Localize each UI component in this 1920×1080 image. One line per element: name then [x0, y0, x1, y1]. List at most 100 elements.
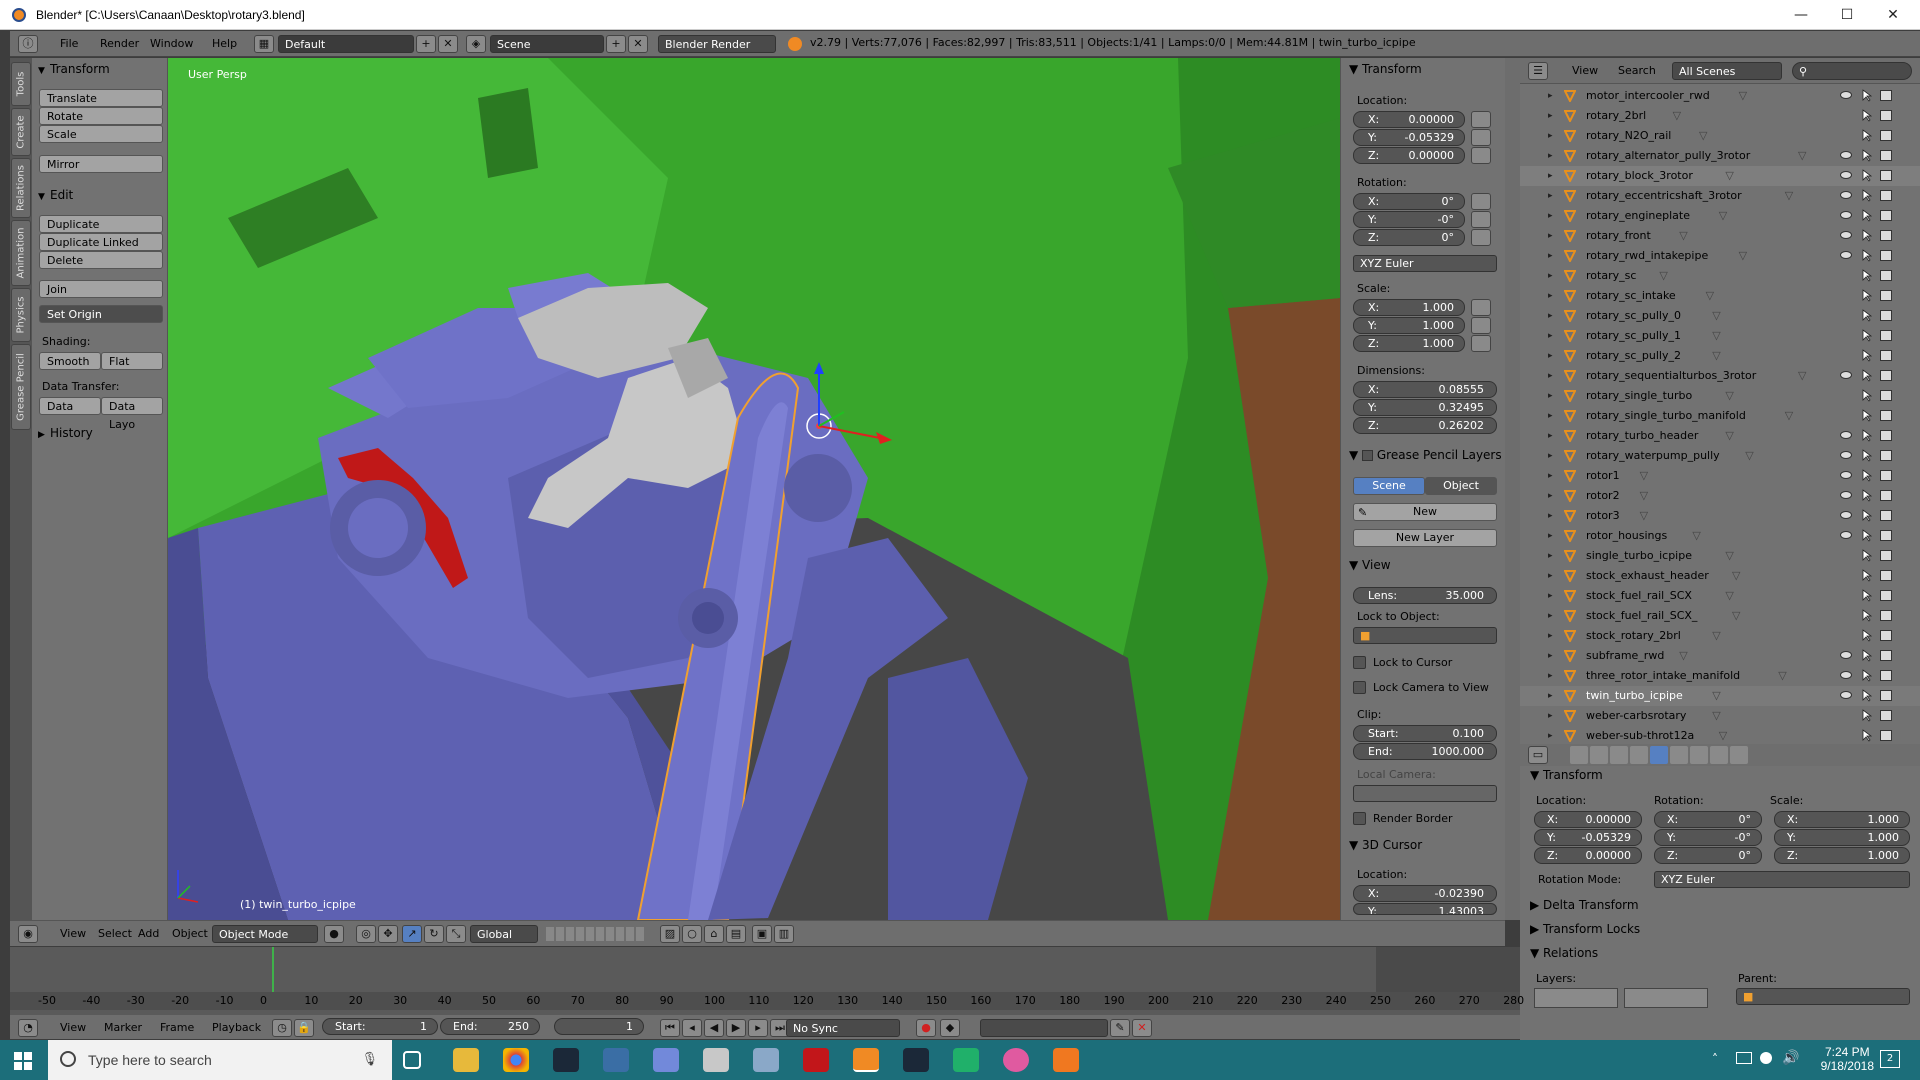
outliner-item-name[interactable]: rotor3 [1586, 506, 1620, 526]
outliner-item[interactable]: ▸ rotary_block_3rotor ▽ [1520, 166, 1920, 186]
outliner-item[interactable]: ▸ stock_fuel_rail_SCX ▽ [1520, 586, 1920, 606]
expand-arrow-icon[interactable]: ▸ [1548, 206, 1553, 226]
chrome-icon[interactable] [503, 1048, 529, 1072]
world-tab-icon[interactable] [1630, 746, 1648, 764]
record-icon[interactable]: ● [916, 1019, 936, 1037]
tab-tools[interactable]: Tools [11, 62, 31, 106]
menu-help[interactable]: Help [206, 35, 243, 53]
renderability-camera-icon[interactable] [1880, 590, 1892, 601]
3d-view-editor-icon[interactable]: ◉ [18, 925, 38, 943]
delete-keyframe-icon[interactable]: ✕ [1132, 1019, 1152, 1037]
renderability-camera-icon[interactable] [1880, 650, 1892, 661]
timeline-playback-menu[interactable]: Playback [206, 1019, 267, 1037]
timeline[interactable]: -50 -40 -30 -20 -10 0 10 20 30 40 50 60 70 80 90 100 110… [10, 947, 1524, 1015]
tab-physics[interactable]: Physics [11, 288, 31, 342]
grease-pencil-layers-header[interactable]: ▼ Grease Pencil Layers [1349, 448, 1502, 462]
timeline-marker-menu[interactable]: Marker [98, 1019, 148, 1037]
rotate-button[interactable]: Rotate [39, 107, 163, 125]
add-screen-icon[interactable]: + [416, 35, 436, 53]
renderability-camera-icon[interactable] [1880, 270, 1892, 281]
timeline-editor-icon[interactable]: ◔ [18, 1019, 38, 1037]
constraints-tab-icon[interactable] [1670, 746, 1688, 764]
menu-window[interactable]: Window [144, 35, 199, 53]
selectability-cursor-icon[interactable] [1862, 129, 1872, 142]
outliner-item[interactable]: ▸ subframe_rwd ▽ [1520, 646, 1920, 666]
visibility-eye-icon[interactable] [1840, 251, 1852, 259]
itunes-icon[interactable] [1003, 1048, 1029, 1072]
expand-arrow-icon[interactable]: ▸ [1548, 326, 1553, 346]
join-button[interactable]: Join [39, 280, 163, 298]
visibility-eye-icon[interactable] [1840, 451, 1852, 459]
lock-rotation-y-icon[interactable] [1471, 211, 1491, 228]
expand-arrow-icon[interactable]: ▸ [1548, 646, 1553, 666]
outliner-item[interactable]: ▸ rotary_rwd_intakepipe ▽ [1520, 246, 1920, 266]
prop-location-x[interactable]: X: 0.00000 [1534, 811, 1642, 828]
expand-arrow-icon[interactable]: ▸ [1548, 306, 1553, 326]
outliner-item[interactable]: ▸ rotary_sequentialturbos_3rotor ▽ [1520, 366, 1920, 386]
transform-locks-header[interactable]: ▶ Transform Locks [1530, 922, 1640, 936]
outliner-item[interactable]: ▸ rotary_sc_pully_0 ▽ [1520, 306, 1920, 326]
render-border-checkbox[interactable] [1353, 812, 1366, 825]
renderability-camera-icon[interactable] [1880, 610, 1892, 621]
renderability-camera-icon[interactable] [1880, 210, 1892, 221]
outliner-item[interactable]: ▸ rotor_housings ▽ [1520, 526, 1920, 546]
app-icon-green[interactable] [953, 1048, 979, 1072]
renderability-camera-icon[interactable] [1880, 530, 1892, 541]
prop-scale-z[interactable]: Z: 1.000 [1774, 847, 1910, 864]
renderability-camera-icon[interactable] [1880, 410, 1892, 421]
selectability-cursor-icon[interactable] [1862, 409, 1872, 422]
outliner-item-name[interactable]: rotary_sc_pully_0 [1586, 306, 1681, 326]
history-panel-header[interactable]: ▶ History [38, 424, 93, 442]
lock-camera-checkbox[interactable] [1353, 681, 1366, 694]
selectability-cursor-icon[interactable] [1862, 369, 1872, 382]
gp-new-layer-button[interactable]: New Layer [1353, 529, 1497, 547]
add-scene-icon[interactable]: + [606, 35, 626, 53]
edit-panel-header[interactable]: ▼ Edit [38, 186, 73, 204]
expand-arrow-icon[interactable]: ▸ [1548, 226, 1553, 246]
duplicate-button[interactable]: Duplicate [39, 215, 163, 233]
expand-arrow-icon[interactable]: ▸ [1548, 686, 1553, 706]
render-engine-select[interactable]: Blender Render [658, 35, 776, 53]
properties-editor-icon[interactable]: ▭ [1528, 746, 1548, 764]
outliner-item[interactable]: ▸ motor_intercooler_rwd ▽ [1520, 86, 1920, 106]
selectability-cursor-icon[interactable] [1862, 669, 1872, 682]
3d-cursor-header[interactable]: ▼ 3D Cursor [1349, 838, 1422, 852]
editor-type-info-icon[interactable]: ⓘ [18, 35, 38, 53]
manipulator-toggle-icon[interactable]: ✥ [378, 925, 398, 943]
renderability-camera-icon[interactable] [1880, 550, 1892, 561]
local-camera-field[interactable] [1353, 785, 1497, 802]
expand-arrow-icon[interactable]: ▸ [1548, 586, 1553, 606]
tray-expand-icon[interactable]: ˄ [1712, 1052, 1718, 1066]
renderability-camera-icon[interactable] [1880, 130, 1892, 141]
view-menu[interactable]: View [54, 925, 92, 943]
n-location-z-field[interactable]: Z: 0.00000 [1353, 147, 1465, 164]
outliner-item[interactable]: ▸ three_rotor_intake_manifold ▽ [1520, 666, 1920, 686]
outliner-item-name[interactable]: rotary_rwd_intakepipe [1586, 246, 1708, 266]
microphone-icon[interactable]: 🎙 [361, 1052, 378, 1067]
tab-create[interactable]: Create [11, 108, 31, 156]
selectability-cursor-icon[interactable] [1862, 269, 1872, 282]
outliner-item-name[interactable]: rotary_engineplate [1586, 206, 1690, 226]
expand-arrow-icon[interactable]: ▸ [1548, 706, 1553, 726]
renderability-camera-icon[interactable] [1880, 370, 1892, 381]
render-tab-icon[interactable] [1570, 746, 1588, 764]
clip-start-field[interactable]: Start: 0.100 [1353, 725, 1497, 742]
remove-screen-icon[interactable]: ✕ [438, 35, 458, 53]
visibility-eye-icon[interactable] [1840, 491, 1852, 499]
menu-file[interactable]: File [54, 35, 84, 53]
expand-arrow-icon[interactable]: ▸ [1548, 106, 1553, 126]
n-dimension-y-field[interactable]: Y: 0.32495 [1353, 399, 1497, 416]
outliner-item[interactable]: ▸ rotary_single_turbo ▽ [1520, 386, 1920, 406]
scene-tab-icon[interactable] [1610, 746, 1628, 764]
renderability-camera-icon[interactable] [1880, 730, 1892, 741]
outliner-item[interactable]: ▸ rotary_turbo_header ▽ [1520, 426, 1920, 446]
expand-arrow-icon[interactable]: ▸ [1548, 546, 1553, 566]
expand-arrow-icon[interactable]: ▸ [1548, 126, 1553, 146]
renderability-camera-icon[interactable] [1880, 450, 1892, 461]
lock-range-icon[interactable]: 🔒 [294, 1019, 314, 1037]
outliner-item-name[interactable]: rotary_2brl [1586, 106, 1646, 126]
delta-transform-header[interactable]: ▶ Delta Transform [1530, 898, 1639, 912]
selectability-cursor-icon[interactable] [1862, 429, 1872, 442]
selectability-cursor-icon[interactable] [1862, 389, 1872, 402]
prop-scale-y[interactable]: Y: 1.000 [1774, 829, 1910, 846]
